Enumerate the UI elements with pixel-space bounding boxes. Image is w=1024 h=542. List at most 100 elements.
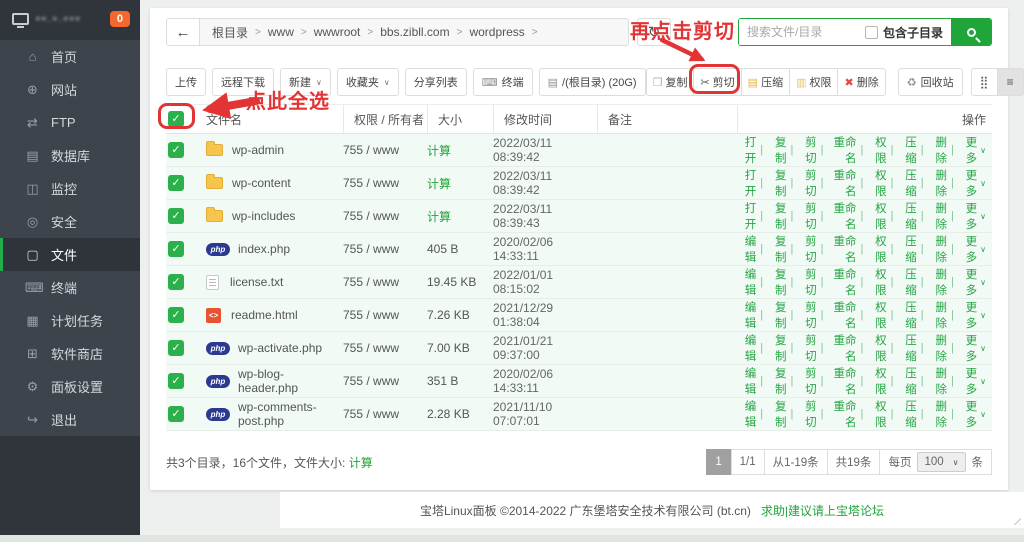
- header-size[interactable]: 大小: [427, 105, 493, 133]
- toolbar-disk-root-button[interactable]: ▤/(根目录) (20G): [539, 68, 646, 96]
- refresh-button[interactable]: ↻: [637, 18, 671, 46]
- action-link[interactable]: 删除: [928, 398, 947, 430]
- toolbar-favorites-button[interactable]: 收藏夹∨: [337, 68, 399, 96]
- sidebar-item-logout[interactable]: ↪ 退出: [0, 403, 140, 436]
- footer-forum-link[interactable]: 求助|建议请上宝塔论坛: [761, 502, 884, 519]
- action-link[interactable]: 权限: [867, 266, 886, 298]
- table-row[interactable]: ✓ license.txt 755 / www 19.45 KB 2022/01…: [166, 266, 992, 299]
- action-link[interactable]: 权限: [867, 233, 886, 265]
- notification-badge[interactable]: 0: [110, 11, 130, 27]
- file-name[interactable]: wp-admin: [232, 143, 284, 157]
- action-link[interactable]: 删除: [928, 365, 947, 397]
- include-subdir-option[interactable]: 包含子目录: [857, 24, 951, 41]
- action-link[interactable]: 复制: [767, 233, 786, 265]
- sidebar-item-database[interactable]: ▤ 数据库: [0, 139, 140, 172]
- action-link[interactable]: 压缩: [897, 200, 916, 232]
- table-row[interactable]: ✓ wp-admin 755 / www 计算 2022/03/11 08:39…: [166, 134, 992, 167]
- action-link[interactable]: 更多: [958, 200, 977, 232]
- action-link[interactable]: 剪切: [797, 167, 816, 199]
- toolbar-remote-download-button[interactable]: 远程下载: [212, 68, 274, 96]
- action-link[interactable]: 删除: [928, 266, 947, 298]
- action-link[interactable]: 重命名: [827, 167, 856, 199]
- pagination-button-0[interactable]: 1: [706, 449, 732, 475]
- back-button[interactable]: ←: [166, 18, 200, 46]
- table-row[interactable]: ✓ phpwp-comments-post.php 755 / www 2.28…: [166, 398, 992, 431]
- action-link[interactable]: 复制: [767, 134, 786, 166]
- action-link[interactable]: 复制: [767, 332, 786, 364]
- file-name[interactable]: wp-includes: [232, 209, 295, 223]
- action-link[interactable]: 权限: [867, 167, 886, 199]
- action-link[interactable]: 重命名: [827, 200, 856, 232]
- action-link[interactable]: 权限: [867, 134, 886, 166]
- file-name[interactable]: wp-blog-header.php: [238, 367, 343, 395]
- row-checkbox[interactable]: ✓: [168, 373, 184, 389]
- sidebar-item-cron[interactable]: ▦ 计划任务: [0, 304, 140, 337]
- action-link[interactable]: 剪切: [797, 365, 816, 397]
- action-link[interactable]: 更多: [958, 134, 977, 166]
- sidebar-item-monitor[interactable]: ◫ 监控: [0, 172, 140, 205]
- row-checkbox[interactable]: ✓: [168, 208, 184, 224]
- sidebar-item-site[interactable]: ⊕ 网站: [0, 73, 140, 106]
- file-name[interactable]: wp-activate.php: [238, 341, 322, 355]
- toolbar-cut-button[interactable]: ✂剪切: [693, 68, 741, 96]
- action-link[interactable]: 更多: [958, 167, 977, 199]
- grid-view-button[interactable]: ⣿: [971, 68, 998, 96]
- toolbar-copy-button[interactable]: ❐复制: [646, 68, 695, 96]
- file-name[interactable]: index.php: [238, 242, 290, 256]
- action-link[interactable]: 重命名: [827, 266, 856, 298]
- action-link[interactable]: 重命名: [827, 233, 856, 265]
- action-link[interactable]: 打开: [737, 134, 756, 166]
- row-checkbox[interactable]: ✓: [168, 307, 184, 323]
- sidebar-item-terminal[interactable]: ⌨ 终端: [0, 271, 140, 304]
- row-checkbox[interactable]: ✓: [168, 142, 184, 158]
- action-link[interactable]: 编辑: [737, 233, 756, 265]
- recycle-bin-button[interactable]: ♻ 回收站: [898, 68, 963, 96]
- table-row[interactable]: ✓ wp-includes 755 / www 计算 2022/03/11 08…: [166, 200, 992, 233]
- sidebar-item-ftp[interactable]: ⇄ FTP: [0, 106, 140, 139]
- table-row[interactable]: ✓ <>readme.html 755 / www 7.26 KB 2021/1…: [166, 299, 992, 332]
- breadcrumb-item-0[interactable]: 根目录: [212, 24, 248, 41]
- search-input[interactable]: [739, 19, 857, 45]
- action-link[interactable]: 复制: [767, 299, 786, 331]
- per-page-select[interactable]: 100∨: [917, 452, 965, 472]
- toolbar-delete-button[interactable]: ✖删除: [837, 68, 885, 96]
- select-all-checkbox[interactable]: ✓: [168, 111, 184, 127]
- action-link[interactable]: 压缩: [897, 332, 916, 364]
- sidebar-item-home[interactable]: ⌂ 首页: [0, 40, 140, 73]
- action-link[interactable]: 编辑: [737, 299, 756, 331]
- action-link[interactable]: 复制: [767, 167, 786, 199]
- action-link[interactable]: 更多: [958, 299, 977, 331]
- action-link[interactable]: 复制: [767, 200, 786, 232]
- action-link[interactable]: 复制: [767, 266, 786, 298]
- toolbar-compress-button[interactable]: ▤压缩: [741, 68, 790, 96]
- sidebar-item-files[interactable]: ▢ 文件: [0, 238, 140, 271]
- action-link[interactable]: 剪切: [797, 200, 816, 232]
- action-link[interactable]: 剪切: [797, 134, 816, 166]
- action-link[interactable]: 权限: [867, 332, 886, 364]
- action-link[interactable]: 更多: [958, 233, 977, 265]
- row-checkbox[interactable]: ✓: [168, 406, 184, 422]
- action-link[interactable]: 删除: [928, 167, 947, 199]
- file-size[interactable]: 计算: [427, 200, 493, 232]
- action-link[interactable]: 删除: [928, 332, 947, 364]
- row-checkbox[interactable]: ✓: [168, 241, 184, 257]
- toolbar-share-list-button[interactable]: 分享列表: [405, 68, 467, 96]
- action-link[interactable]: 剪切: [797, 266, 816, 298]
- action-link[interactable]: 权限: [867, 365, 886, 397]
- pagination-button-2[interactable]: 从1-19条: [764, 449, 828, 475]
- action-link[interactable]: 打开: [737, 200, 756, 232]
- action-link[interactable]: 删除: [928, 200, 947, 232]
- breadcrumb-item-1[interactable]: www: [268, 25, 294, 39]
- action-link[interactable]: 压缩: [897, 398, 916, 430]
- breadcrumb-item-2[interactable]: wwwroot: [314, 25, 361, 39]
- sidebar-item-security[interactable]: ◎ 安全: [0, 205, 140, 238]
- file-name[interactable]: readme.html: [231, 308, 298, 322]
- breadcrumb-item-4[interactable]: wordpress: [469, 25, 524, 39]
- action-link[interactable]: 更多: [958, 365, 977, 397]
- table-row[interactable]: ✓ phpwp-blog-header.php 755 / www 351 B …: [166, 365, 992, 398]
- toolbar-new-button[interactable]: 新建∨: [280, 68, 331, 96]
- list-view-button[interactable]: ≡: [997, 68, 1024, 96]
- action-link[interactable]: 编辑: [737, 365, 756, 397]
- action-link[interactable]: 压缩: [897, 266, 916, 298]
- action-link[interactable]: 剪切: [797, 332, 816, 364]
